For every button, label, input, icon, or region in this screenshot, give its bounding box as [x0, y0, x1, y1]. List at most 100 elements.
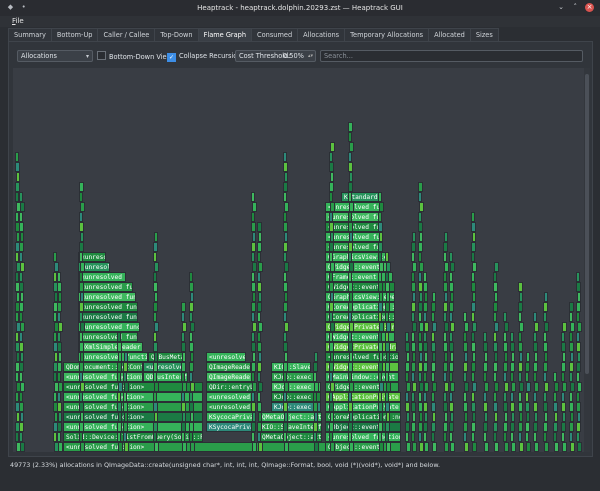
flame-frame[interactable] [494, 262, 499, 272]
flame-frame[interactable] [569, 302, 574, 312]
flame-frame[interactable] [284, 262, 289, 272]
flame-frame[interactable] [80, 382, 85, 392]
flame-frame[interactable] [385, 372, 389, 382]
flame-frame[interactable] [385, 252, 389, 262]
flame-frame[interactable] [411, 252, 415, 262]
flame-frame[interactable] [189, 372, 193, 382]
flame-frame[interactable] [493, 282, 498, 292]
flame-frame[interactable] [519, 292, 523, 302]
flame-frame[interactable] [444, 322, 449, 332]
flame-frame[interactable] [511, 412, 515, 422]
flame-frame[interactable] [153, 342, 158, 352]
flame-frame[interactable] [117, 392, 121, 402]
flame-frame[interactable] [251, 242, 256, 252]
flame-frame[interactable]: QDomDocument::setContent [63, 362, 143, 372]
flame-frame[interactable] [518, 422, 523, 432]
flame-frame[interactable] [154, 262, 159, 272]
flame-frame[interactable] [283, 312, 287, 322]
flame-frame[interactable] [314, 382, 319, 392]
flame-frame[interactable]: QApplicationPrivate::notify_helper [325, 392, 401, 402]
tab-allocated[interactable]: Allocated [428, 28, 471, 41]
flame-frame[interactable] [258, 382, 263, 392]
flame-frame[interactable] [418, 272, 422, 282]
flame-frame[interactable] [181, 362, 186, 372]
flame-frame[interactable] [329, 252, 333, 262]
flame-frame[interactable] [385, 282, 390, 292]
flame-frame[interactable] [348, 332, 352, 342]
flame-frame[interactable] [518, 402, 523, 412]
flame-frame[interactable] [181, 372, 185, 382]
flame-frame[interactable] [543, 392, 547, 402]
flame-frame[interactable] [80, 352, 84, 362]
flame-frame[interactable] [79, 192, 83, 202]
flame-frame[interactable] [493, 422, 498, 432]
flame-frame[interactable] [181, 392, 185, 402]
flame-frame[interactable] [80, 442, 85, 452]
flame-frame[interactable] [329, 272, 333, 282]
flame-frame[interactable] [181, 422, 186, 432]
flame-frame[interactable] [19, 362, 24, 372]
flame-frame[interactable] [423, 272, 427, 282]
flame-frame[interactable] [449, 272, 453, 282]
flame-frame[interactable] [411, 272, 415, 282]
flame-frame[interactable] [79, 312, 83, 322]
flame-frame[interactable] [533, 332, 537, 342]
flame-frame[interactable] [533, 432, 537, 442]
flame-frame[interactable] [181, 402, 186, 412]
flame-frame[interactable] [329, 162, 334, 172]
flame-frame[interactable] [412, 232, 416, 242]
flame-frame[interactable] [423, 432, 427, 442]
flame-frame[interactable] [117, 362, 122, 372]
flame-frame[interactable] [189, 422, 194, 432]
flame-frame[interactable] [493, 332, 497, 342]
flame-frame[interactable] [494, 442, 499, 452]
flame-frame[interactable] [330, 442, 335, 452]
flame-frame[interactable] [117, 332, 121, 342]
flame-frame[interactable] [472, 352, 476, 362]
flame-frame[interactable]: <unresolved function> [78, 292, 136, 302]
flame-frame[interactable] [385, 332, 389, 342]
flame-frame[interactable] [561, 372, 565, 382]
flame-frame[interactable] [412, 352, 416, 362]
flame-frame[interactable] [257, 372, 261, 382]
flame-frame[interactable] [432, 412, 436, 422]
flame-frame[interactable] [412, 382, 417, 392]
flame-frame[interactable] [518, 342, 523, 352]
flame-frame[interactable] [472, 262, 477, 272]
flame-frame[interactable] [543, 312, 547, 322]
flame-frame[interactable] [181, 312, 185, 322]
flame-frame[interactable] [518, 362, 523, 372]
flame-frame[interactable] [544, 382, 549, 392]
flame-frame[interactable] [330, 172, 334, 182]
flame-frame[interactable] [569, 362, 574, 372]
flame-frame[interactable] [258, 262, 263, 272]
flame-frame[interactable] [493, 372, 497, 382]
flame-frame[interactable] [153, 332, 157, 342]
flame-frame[interactable] [386, 442, 391, 452]
flame-frame[interactable] [190, 382, 195, 392]
flame-frame[interactable] [518, 432, 522, 442]
flame-frame[interactable] [543, 332, 547, 342]
flame-frame[interactable] [154, 412, 158, 422]
flame-frame[interactable] [19, 432, 23, 442]
flame-frame[interactable] [154, 382, 159, 392]
flame-frame[interactable] [182, 322, 187, 332]
flame-frame[interactable] [181, 332, 185, 342]
flame-frame[interactable] [419, 292, 423, 302]
flame-frame[interactable] [472, 292, 476, 302]
flame-frame[interactable] [553, 422, 558, 432]
flame-frame[interactable]: QXmlSimpleReader [78, 342, 143, 352]
flame-frame[interactable] [412, 292, 416, 302]
flame-frame[interactable] [471, 312, 475, 322]
flame-frame[interactable] [57, 312, 61, 322]
flame-frame[interactable] [283, 272, 287, 282]
flame-frame[interactable] [313, 372, 317, 382]
flame-frame[interactable] [124, 352, 128, 362]
flame-frame[interactable] [510, 362, 515, 372]
flame-frame[interactable] [57, 272, 61, 282]
flame-frame[interactable] [405, 432, 409, 442]
flame-frame[interactable] [80, 262, 85, 272]
flame-frame[interactable] [329, 392, 333, 402]
flame-frame[interactable] [251, 282, 256, 292]
flame-frame[interactable] [431, 422, 436, 432]
